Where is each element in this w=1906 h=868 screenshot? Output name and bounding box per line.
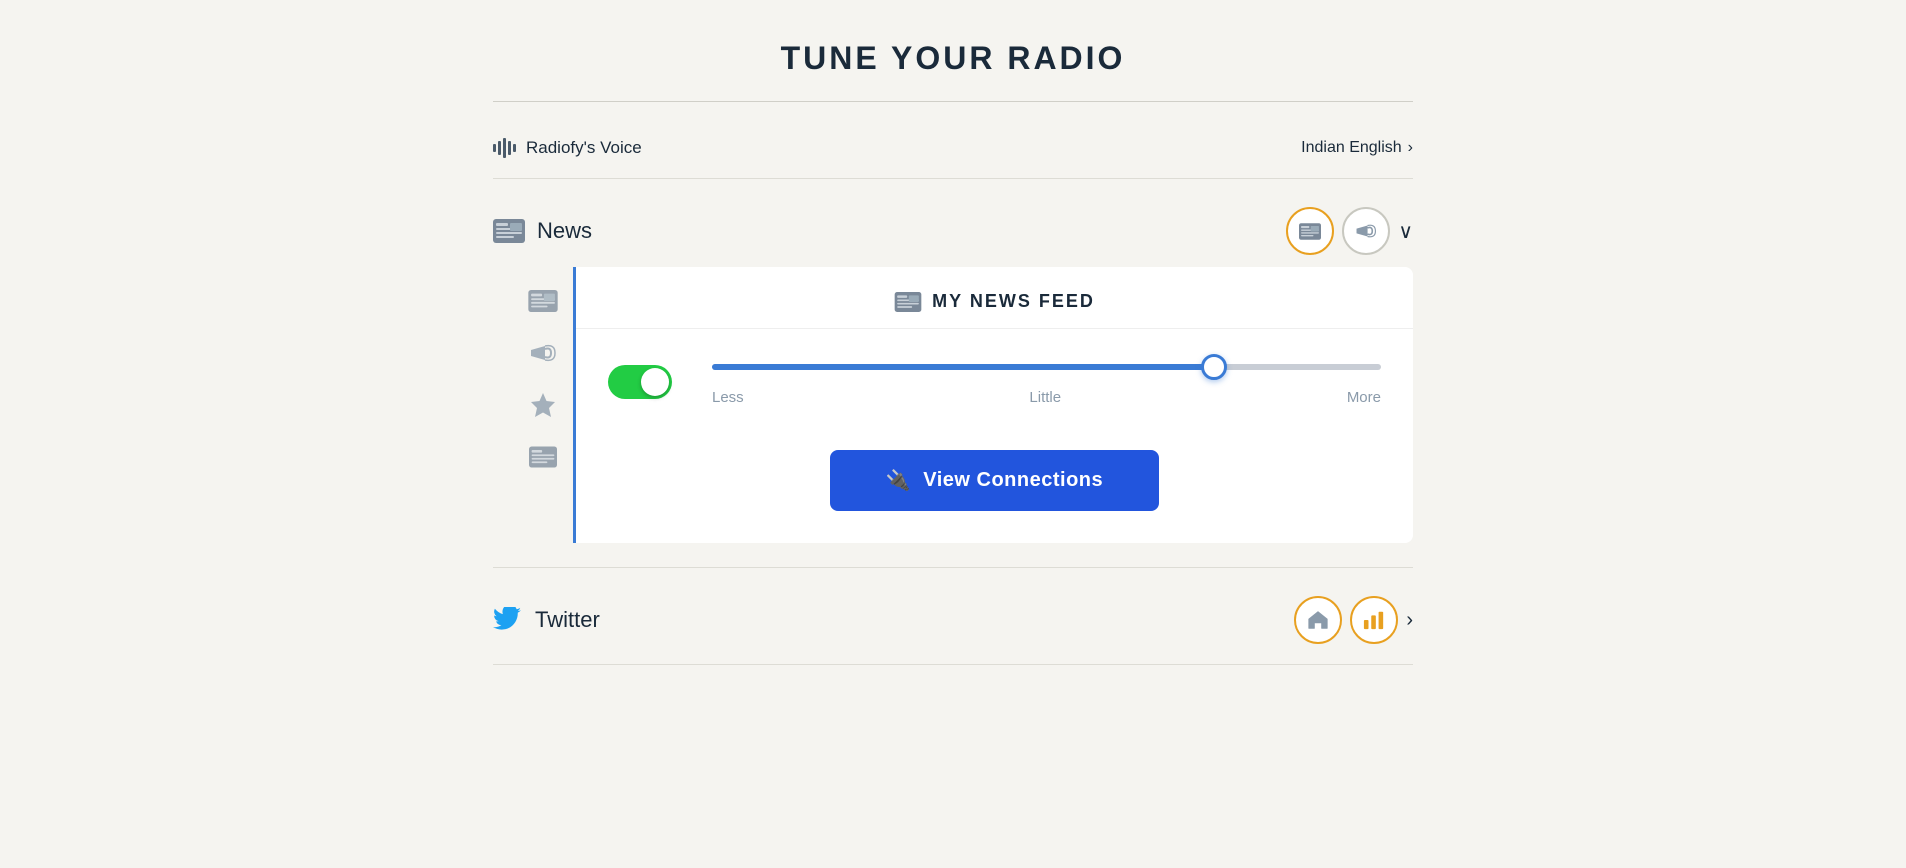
- toggle-track: [608, 365, 672, 399]
- chevron-right-icon: ›: [1408, 139, 1413, 157]
- twitter-divider-top: [493, 567, 1413, 568]
- sidebar-megaphone-icon[interactable]: [525, 335, 561, 371]
- title-divider: [493, 101, 1413, 102]
- news-active-icon-btn[interactable]: [1286, 207, 1334, 255]
- slider-track: [712, 364, 1381, 370]
- news-expand-icon[interactable]: ∨: [1398, 219, 1413, 244]
- news-circle-icon: [1299, 223, 1321, 240]
- megaphone-icon: [1355, 221, 1377, 241]
- slider-fill: [712, 364, 1214, 370]
- news-section-label: News: [493, 218, 592, 244]
- controls-row: Less Little More: [576, 329, 1413, 434]
- news-feed-header: MY NEWS FEED: [576, 267, 1413, 329]
- twitter-chart-icon-btn[interactable]: [1350, 596, 1398, 644]
- twitter-section-label: Twitter: [493, 607, 600, 633]
- page-title: TUNE YOUR RADIO: [493, 40, 1413, 77]
- twitter-divider-bottom: [493, 664, 1413, 665]
- slider-container: Less Little More: [712, 357, 1381, 406]
- slider-labels: Less Little More: [712, 389, 1381, 406]
- view-connections-label: View Connections: [923, 469, 1103, 492]
- bar-chart-icon: [1363, 610, 1385, 630]
- twitter-section-icons: ›: [1294, 596, 1413, 644]
- slider-label-more: More: [1347, 389, 1381, 406]
- voice-label: Radiofy's Voice: [493, 138, 642, 158]
- view-connections-wrap: 🔌 View Connections: [576, 434, 1413, 543]
- view-connections-button[interactable]: 🔌 View Connections: [830, 450, 1159, 511]
- slider-track-wrap[interactable]: [712, 357, 1381, 377]
- language-selector[interactable]: Indian English ›: [1301, 139, 1413, 157]
- sidebar-grid-icon[interactable]: [525, 439, 561, 475]
- news-feed-title: MY NEWS FEED: [932, 291, 1095, 312]
- news-section-icons: ∨: [1286, 207, 1413, 255]
- home-icon: [1307, 609, 1329, 631]
- news-feed-icon: [894, 292, 922, 312]
- megaphone-icon-btn[interactable]: [1342, 207, 1390, 255]
- news-icon: [493, 219, 525, 243]
- twitter-expand-icon[interactable]: ›: [1406, 609, 1413, 632]
- sidebar-news-icon[interactable]: [525, 283, 561, 319]
- news-toggle[interactable]: [608, 365, 672, 399]
- news-content-area: MY NEWS FEED: [513, 267, 1413, 543]
- twitter-home-icon-btn[interactable]: [1294, 596, 1342, 644]
- sidebar-star-icon[interactable]: [525, 387, 561, 423]
- toggle-thumb: [641, 368, 669, 396]
- voice-divider: [493, 178, 1413, 179]
- twitter-label-text: Twitter: [535, 607, 600, 633]
- twitter-section-row: Twitter ›: [493, 576, 1413, 656]
- news-section-row: News: [493, 187, 1413, 267]
- slider-thumb[interactable]: [1201, 354, 1227, 380]
- news-sidebar: [513, 267, 576, 543]
- news-main-panel: MY NEWS FEED: [576, 267, 1413, 543]
- news-label: News: [537, 218, 592, 244]
- voice-waveform-icon: [493, 138, 516, 158]
- voice-row: Radiofy's Voice Indian English ›: [493, 126, 1413, 170]
- language-label: Indian English: [1301, 139, 1402, 157]
- slider-label-little: Little: [1029, 389, 1061, 406]
- voice-text: Radiofy's Voice: [526, 138, 642, 158]
- plug-icon: 🔌: [886, 468, 911, 493]
- twitter-bird-icon: [493, 607, 523, 633]
- slider-label-less: Less: [712, 389, 744, 406]
